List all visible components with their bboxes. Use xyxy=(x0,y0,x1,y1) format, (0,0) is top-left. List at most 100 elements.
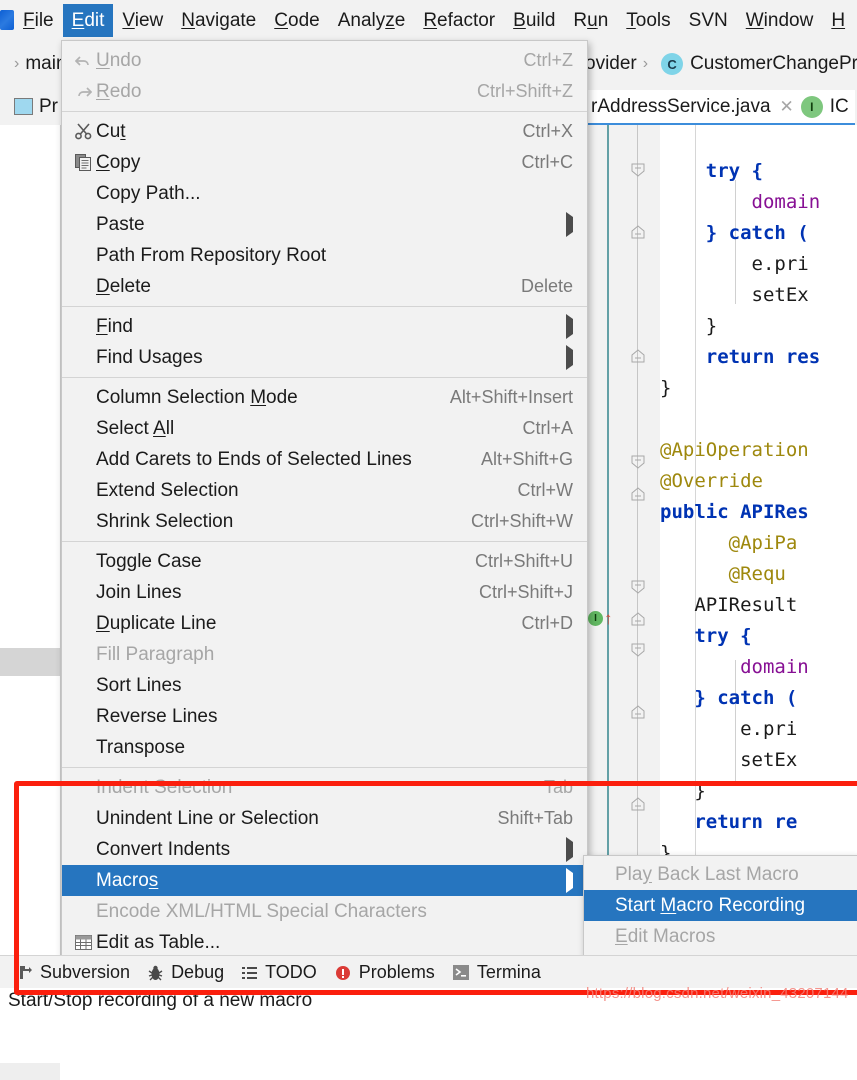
interface-badge-icon: I xyxy=(800,95,823,118)
code-token: domain xyxy=(660,656,809,678)
menu-window[interactable]: Window xyxy=(737,4,823,37)
toolwindow-debug[interactable]: Debug xyxy=(148,962,224,983)
menu-edit[interactable]: Edit xyxy=(62,3,114,37)
code-line: e.pri xyxy=(660,249,857,280)
edit-menu-item-shortcut: Ctrl+X xyxy=(522,121,573,141)
edit-menu-item-delete[interactable]: Delete Delete xyxy=(62,271,587,302)
edit-menu-item-copy[interactable]: Copy Ctrl+C xyxy=(62,147,587,178)
code-token: } xyxy=(660,377,672,399)
fold-expand-icon[interactable] xyxy=(631,612,645,626)
editor-source-text[interactable]: try { domain } catch ( e.pri setEx } ret… xyxy=(660,125,857,869)
fold-collapse-icon[interactable] xyxy=(631,643,645,657)
toolwindow-todo[interactable]: TODO xyxy=(242,962,317,983)
code-token: try { xyxy=(660,160,763,182)
menu-refactor[interactable]: Refactor xyxy=(414,4,504,37)
edit-menu-item-shrink-selection[interactable]: Shrink Selection Ctrl+Shift+W xyxy=(62,506,587,537)
edit-menu-item-shortcut: Delete xyxy=(520,276,573,296)
fold-collapse-icon[interactable] xyxy=(631,455,645,469)
code-editor[interactable]: I ↑ try { domain } catch ( e.pri setEx }… xyxy=(585,125,857,955)
tool-window-bar: Subversion Debug TODO Problems Termina xyxy=(0,955,857,989)
breadcrumb-right[interactable]: ovider › C CustomerChangePr xyxy=(585,40,857,88)
run-gutter-marker[interactable]: I ↑ xyxy=(588,610,613,627)
tab-project-label: Pr xyxy=(39,95,58,117)
fold-expand-icon[interactable] xyxy=(631,225,645,239)
edit-menu-item-label: Encode XML/HTML Special Characters xyxy=(96,900,427,922)
fold-collapse-icon[interactable] xyxy=(631,163,645,177)
edit-menu-item-redo: Redo Ctrl+Shift+Z xyxy=(62,76,587,107)
toolwindow-todo-label: TODO xyxy=(265,962,317,982)
menu-build[interactable]: Build xyxy=(504,4,564,37)
edit-menu-item-sort-lines[interactable]: Sort Lines xyxy=(62,670,587,701)
menu-view[interactable]: View xyxy=(113,4,172,37)
menu-navigate[interactable]: Navigate xyxy=(172,4,265,37)
edit-menu-item-extend-selection[interactable]: Extend Selection Ctrl+W xyxy=(62,475,587,506)
edit-menu-item-shortcut: Tab xyxy=(543,777,573,797)
fold-expand-icon[interactable] xyxy=(631,705,645,719)
edit-menu-item-fill-paragraph: Fill Paragraph xyxy=(62,639,587,670)
edit-menu-item-select-all[interactable]: Select All Ctrl+A xyxy=(62,413,587,444)
menu-help[interactable]: H xyxy=(822,4,854,37)
edit-menu-item-label: Undo xyxy=(96,49,142,71)
edit-menu-item-indent-selection: Indent Selection Tab xyxy=(62,772,587,803)
edit-menu-item-join-lines[interactable]: Join Lines Ctrl+Shift+J xyxy=(62,577,587,608)
edit-menu-item-path-from-repository-root[interactable]: Path From Repository Root xyxy=(62,240,587,271)
edit-menu-item-column-selection-mode[interactable]: Column Selection Mode Alt+Shift+Insert xyxy=(62,382,587,413)
menu-file[interactable]: File xyxy=(14,4,63,37)
edit-menu-item-toggle-case[interactable]: Toggle Case Ctrl+Shift+U xyxy=(62,546,587,577)
edit-menu-item-duplicate-line[interactable]: Duplicate Line Ctrl+D xyxy=(62,608,587,639)
toolwindow-terminal[interactable]: Termina xyxy=(452,962,541,983)
fold-collapse-icon[interactable] xyxy=(631,580,645,594)
editor-gutter[interactable]: I ↑ xyxy=(585,125,660,955)
edit-menu-dropdown[interactable]: Undo Ctrl+Z Redo Ctrl+Shift+Z Cut Ctrl+X Copy C… xyxy=(61,40,588,963)
fold-expand-icon[interactable] xyxy=(631,349,645,363)
project-selected-row[interactable] xyxy=(0,648,60,676)
menu-analyze[interactable]: Analyze xyxy=(329,4,415,37)
edit-menu-item-shortcut: Ctrl+Shift+Z xyxy=(476,81,573,101)
redo-icon xyxy=(70,85,96,99)
submenu-arrow-icon xyxy=(566,868,573,893)
menu-code[interactable]: Code xyxy=(265,4,328,37)
code-token: setEx xyxy=(660,749,798,771)
edit-menu-item-copy-path[interactable]: Copy Path... xyxy=(62,178,587,209)
toolwindow-subversion-label: Subversion xyxy=(40,962,131,982)
edit-menu-item-label: Copy Path... xyxy=(96,182,201,204)
edit-menu-item-edit-as-table[interactable]: Edit as Table... xyxy=(62,927,587,958)
edit-menu-item-find-usages[interactable]: Find Usages xyxy=(62,342,587,373)
code-token: } catch ( xyxy=(660,687,798,709)
edit-menu-item-unindent-line-or-selection[interactable]: Unindent Line or Selection Shift+Tab xyxy=(62,803,587,834)
project-tool-window[interactable] xyxy=(0,125,61,1080)
breadcrumb-left[interactable]: › main xyxy=(0,53,67,75)
macros-submenu-item-start-macro-recording[interactable]: Start Macro Recording xyxy=(584,890,857,921)
submenu-arrow-icon xyxy=(566,345,573,370)
tab-customer-address-service[interactable]: rAddressService.java ✕ I IC xyxy=(585,90,855,125)
toolwindow-problems[interactable]: Problems xyxy=(335,962,435,983)
edit-menu-item-convert-indents[interactable]: Convert Indents xyxy=(62,834,587,865)
edit-menu-item-macros[interactable]: Macros xyxy=(62,865,587,896)
fold-expand-icon[interactable] xyxy=(631,487,645,501)
menu-tools[interactable]: Tools xyxy=(617,4,679,37)
edit-menu-item-transpose[interactable]: Transpose xyxy=(62,732,587,763)
status-hint-text: Start/Stop recording of a new macro xyxy=(8,990,313,1011)
edit-menu-item-label: Cut xyxy=(96,120,126,142)
edit-menu-item-find[interactable]: Find xyxy=(62,311,587,342)
tab-project[interactable]: Pr xyxy=(8,91,64,122)
edit-menu-item-add-carets-to-ends-of-selected-lines[interactable]: Add Carets to Ends of Selected Lines Alt+… xyxy=(62,444,587,475)
code-line: } xyxy=(660,373,857,404)
edit-menu-item-paste[interactable]: Paste xyxy=(62,209,587,240)
menu-run[interactable]: Run xyxy=(564,4,617,37)
menu-separator xyxy=(62,306,587,307)
code-token: APIResult xyxy=(660,594,798,616)
code-line: try { xyxy=(660,156,857,187)
edit-menu-item-label: Macros xyxy=(96,869,159,891)
toolwindow-subversion[interactable]: Subversion xyxy=(18,962,130,983)
edit-menu-item-label: Join Lines xyxy=(96,581,182,603)
edit-menu-item-cut[interactable]: Cut Ctrl+X xyxy=(62,116,587,147)
edit-menu-item-label: Redo xyxy=(96,80,142,102)
menu-svn[interactable]: SVN xyxy=(680,4,737,37)
edit-menu-item-label: Unindent Line or Selection xyxy=(96,807,319,829)
menu-separator xyxy=(62,377,587,378)
close-icon[interactable]: ✕ xyxy=(780,97,794,117)
edit-menu-item-reverse-lines[interactable]: Reverse Lines xyxy=(62,701,587,732)
fold-expand-icon[interactable] xyxy=(631,797,645,811)
edit-menu-item-label: Column Selection Mode xyxy=(96,386,298,408)
